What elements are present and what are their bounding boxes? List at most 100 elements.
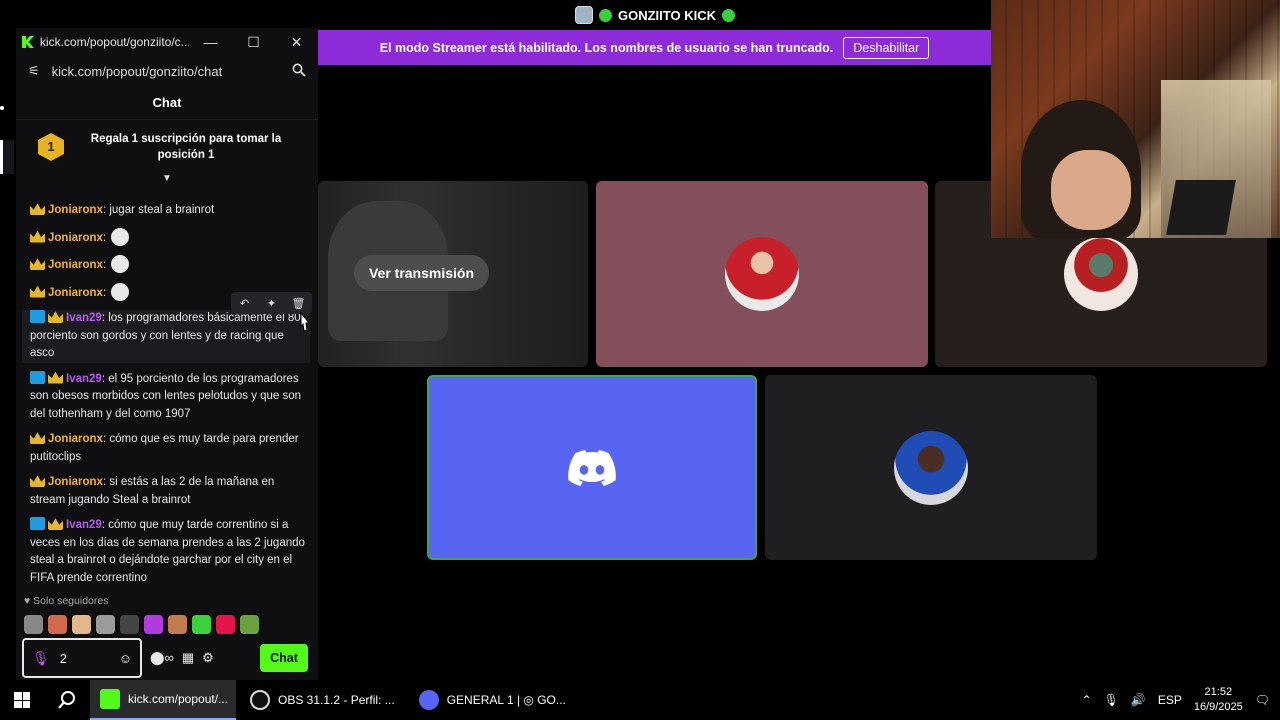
emote-icon[interactable] — [168, 615, 187, 634]
emote-icon[interactable] — [48, 615, 67, 634]
microphone-icon[interactable]: 🎙 — [1104, 693, 1119, 707]
crown-badge-icon — [30, 285, 45, 298]
chat-message[interactable]: Joniaronx: cómo que es muy tarde para pr… — [30, 431, 306, 466]
chevron-up-icon[interactable]: ⌃ — [1082, 693, 1092, 707]
kick-chat-window: kick.com/popout/gonziito/c... — ☐ ✕ ⚟ ki… — [16, 28, 318, 680]
avatar — [725, 237, 799, 311]
emote-icon[interactable] — [120, 615, 139, 634]
chat-username[interactable]: Ivan29 — [66, 312, 102, 324]
send-chat-button[interactable]: Chat — [260, 644, 308, 672]
maximize-icon[interactable]: ☐ — [232, 34, 275, 51]
expand-pinned-icon[interactable]: ▼ — [16, 174, 318, 184]
chat-message[interactable]: Joniaronx: — [30, 255, 306, 275]
chat-message[interactable]: Joniaronx: si estás a las 2 de la mañana… — [30, 474, 306, 509]
crown-badge-icon — [48, 371, 63, 384]
watch-stream-button[interactable]: Ver transmisión — [354, 255, 489, 291]
kick-logo-icon — [22, 36, 34, 48]
obs-app-icon — [250, 690, 270, 710]
avatar — [1064, 237, 1138, 311]
gear-icon[interactable]: ⚙ — [202, 650, 214, 666]
notifications-icon[interactable]: 🗨 — [1255, 693, 1270, 707]
volume-icon[interactable]: 🔊 — [1131, 693, 1146, 707]
taskbar-item-obs[interactable]: OBS 31.1.2 - Perfil: ... — [240, 680, 405, 720]
stream-tile[interactable]: Ver transmisión — [318, 181, 588, 367]
chat-message[interactable]: Ivan29: cómo que muy tarde correntino si… — [30, 517, 306, 586]
clock[interactable]: 21:52 16/9/2025 — [1194, 685, 1243, 715]
system-tray: ⌃ 🎙 🔊 ESP 21:52 16/9/2025 🗨 — [1082, 685, 1280, 715]
vip-badge-icon — [30, 517, 45, 530]
chat-message[interactable]: Joniaronx: — [30, 227, 306, 248]
taskbar-item-kick[interactable]: kick.com/popout/... — [90, 680, 236, 720]
windows-logo-icon — [14, 692, 30, 708]
taskbar: kick.com/popout/... OBS 31.1.2 - Perfil:… — [0, 680, 1280, 720]
crown-badge-icon — [30, 203, 45, 215]
emote-icon[interactable] — [96, 615, 115, 634]
browser-title-bar: kick.com/popout/gonziito/c... — ☐ ✕ — [16, 28, 318, 56]
start-button[interactable] — [0, 680, 44, 720]
crown-badge-icon — [30, 258, 45, 270]
search-button[interactable] — [44, 680, 90, 720]
crown-badge-icon — [48, 518, 63, 530]
link-tools-icon[interactable]: ⬤∞ — [150, 650, 174, 666]
emote-icon[interactable] — [24, 615, 43, 634]
emote-icon[interactable] — [240, 615, 259, 634]
followers-only-label: ♥ Solo seguidores — [24, 595, 109, 607]
viewer-count: 2 — [59, 650, 68, 666]
emoji-picker-icon[interactable]: ☺ — [119, 651, 132, 666]
store-icon[interactable]: ▦ — [182, 650, 194, 666]
participant-tile[interactable] — [596, 181, 928, 367]
chat-username[interactable]: Joniaronx — [48, 433, 103, 445]
skull-emote-icon — [111, 227, 130, 246]
chat-username[interactable]: Joniaronx — [48, 204, 103, 216]
participant-tile-speaking[interactable] — [427, 375, 757, 560]
discord-logo-icon — [568, 449, 616, 486]
streamer-mode-banner: El modo Streamer está habilitado. Los no… — [318, 30, 991, 65]
chat-message[interactable]: Ivan29: el 95 porciento de los programad… — [30, 370, 306, 424]
rank-badge-icon: 1 — [38, 133, 64, 161]
gift-sub-promo[interactable]: 1 Regala 1 suscripción para tomar la pos… — [16, 120, 318, 174]
disable-streamer-mode-button[interactable]: Deshabilitar — [843, 36, 930, 59]
emote-icon[interactable] — [144, 615, 163, 634]
emote-icon[interactable] — [192, 615, 211, 634]
chat-input[interactable]: 🎙 2 ☺ — [22, 638, 142, 678]
url-text[interactable]: kick.com/popout/gonziito/chat — [52, 64, 223, 79]
window-title-bar: GONZIITO KICK — [318, 0, 992, 30]
discord-app-icon — [418, 690, 439, 710]
chat-username[interactable]: Ivan29 — [66, 373, 102, 385]
emote-icon[interactable] — [72, 615, 91, 634]
address-bar[interactable]: ⚟ kick.com/popout/gonziito/chat — [16, 56, 318, 86]
chat-input-row: 🎙 2 ☺ ⬤∞ ▦ ⚙ Chat — [22, 638, 312, 678]
chat-message[interactable]: Joniaronx: jugar steal a brainrot — [30, 202, 306, 220]
sidebar-selected-item[interactable] — [0, 140, 14, 174]
promo-text: Regala 1 suscripción para tomar la posic… — [90, 132, 282, 161]
chat-username[interactable]: Joniaronx — [48, 287, 103, 299]
emote-bar — [24, 615, 259, 634]
crown-badge-icon — [30, 230, 45, 243]
vip-badge-icon — [30, 310, 45, 323]
chat-username[interactable]: Joniaronx — [48, 232, 103, 244]
avatar — [894, 430, 968, 505]
chat-username[interactable]: Joniaronx — [48, 259, 103, 271]
minimize-icon[interactable]: — — [189, 34, 232, 51]
language-indicator[interactable]: ESP — [1158, 693, 1182, 707]
search-icon[interactable] — [292, 63, 306, 80]
taskbar-item-discord[interactable]: GENERAL 1 | ◎ GO... — [409, 680, 576, 720]
webcam-overlay — [991, 0, 1280, 238]
mouse-cursor-icon — [300, 312, 310, 332]
emote-icon[interactable] — [216, 615, 235, 634]
streamer-mode-text: El modo Streamer está habilitado. Los no… — [379, 40, 834, 55]
chat-messages: Joniaronx: jugar steal a brainrot Joniaro… — [16, 196, 318, 586]
message-actions: ↶ ✦ 🗑 — [231, 292, 312, 314]
chat-username[interactable]: Joniaronx — [48, 476, 103, 488]
site-settings-icon[interactable]: ⚟ — [28, 63, 40, 79]
delete-icon[interactable]: 🗑 — [285, 292, 312, 314]
pin-icon[interactable]: ✦ — [258, 292, 285, 314]
participant-tile[interactable] — [765, 375, 1097, 560]
chat-message[interactable]: Ivan29: los programadores básicamente el… — [22, 310, 310, 363]
close-icon[interactable]: ✕ — [275, 34, 318, 51]
chat-header: Chat — [16, 86, 318, 120]
chat-username[interactable]: Ivan29 — [66, 519, 102, 531]
app-icon — [575, 6, 593, 24]
reply-icon[interactable]: ↶ — [231, 292, 258, 314]
microphone-icon[interactable]: 🎙 — [32, 650, 50, 667]
